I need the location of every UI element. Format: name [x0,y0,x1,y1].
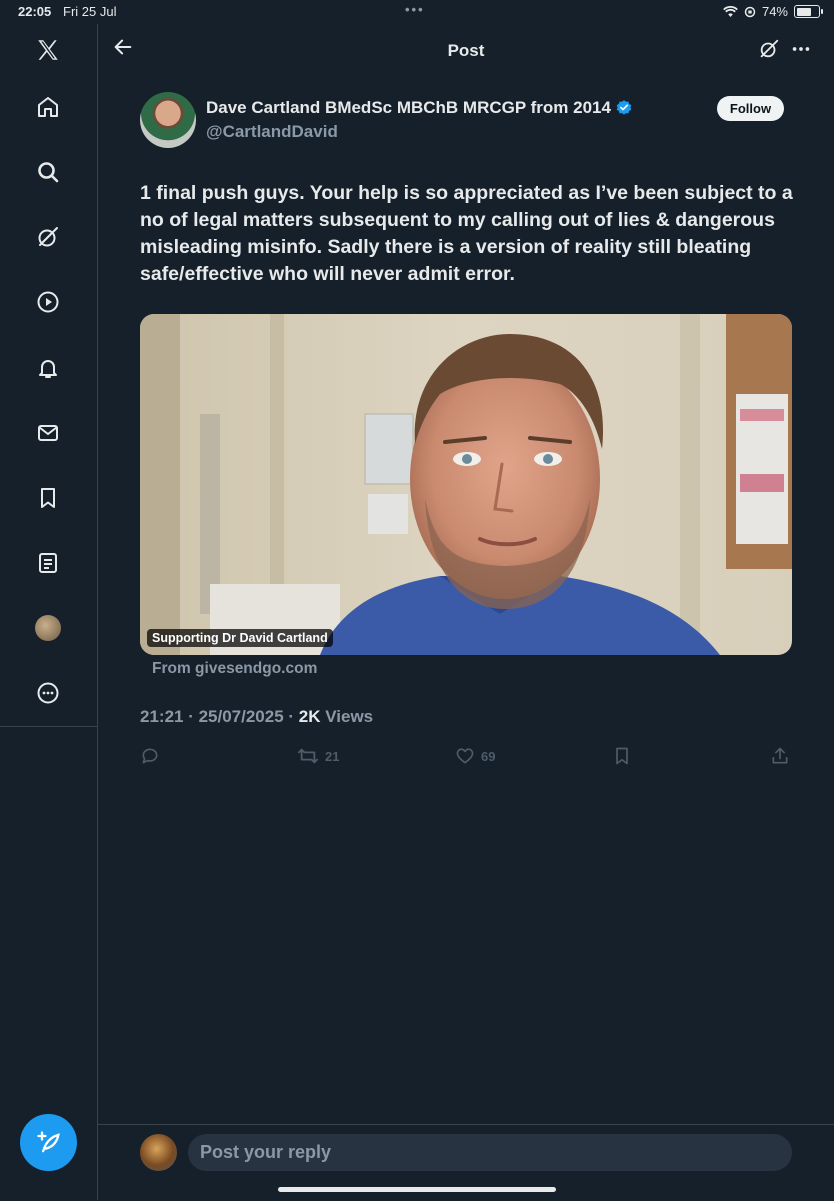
status-date: Fri 25 Jul [63,4,117,19]
views-count: 2K [298,707,321,726]
share-button[interactable] [770,746,790,766]
grok-icon[interactable] [28,217,68,257]
post-meta: 21:21 · 25/07/2025 · 2K Views [140,707,373,727]
avatar [35,615,61,641]
multitasking-dots-icon[interactable]: ••• [405,2,425,17]
battery-percent: 74% [761,4,788,19]
status-bar: 22:05 Fri 25 Jul ••• 74% [0,0,834,24]
heart-icon [456,748,474,764]
repost-count: 21 [325,748,340,764]
reply-icon [142,748,158,764]
battery-fill [796,7,811,16]
post-header: Post [98,24,834,76]
compose-button[interactable] [20,1114,77,1171]
card-source[interactable]: From givesendgo.com [152,660,317,678]
video-icon[interactable] [28,282,68,322]
reply-button[interactable] [140,746,160,766]
bookmarks-icon[interactable] [28,478,68,518]
sidebar-divider [0,726,97,727]
author-handle[interactable]: @CartlandDavid [206,122,338,142]
like-button[interactable]: 69 [455,746,495,766]
views-label: Views [320,707,374,726]
post-actions: 21 69 [0,742,834,772]
home-indicator[interactable] [278,1187,556,1192]
post-text: 1 final push guys. Your help is so appre… [140,182,793,285]
more-icon[interactable] [28,673,68,713]
search-icon[interactable] [28,152,68,192]
bookmark-button[interactable] [612,746,632,766]
link-card-image[interactable] [140,314,792,655]
more-options-button[interactable] [790,38,812,65]
lists-icon[interactable] [28,543,68,583]
grok-icon [760,39,779,58]
like-count: 69 [481,748,496,764]
author-name: Dave Cartland BMedSc MBChB MRCGP from 20… [206,98,611,117]
bookmark-icon [616,747,628,765]
repost-button[interactable]: 21 [297,746,339,766]
card-photo [140,314,792,655]
author-avatar[interactable] [140,92,196,148]
status-time: 22:05 [18,4,52,19]
notifications-icon[interactable] [28,348,68,388]
status-right: 74% [723,4,823,19]
verified-badge-icon [616,100,632,115]
post-timestamp: 21:21 · 25/07/2025 · [140,707,299,726]
grok-button[interactable] [758,38,780,65]
page-title: Post [447,41,485,60]
reply-input[interactable] [188,1134,792,1171]
profile-avatar[interactable] [28,608,68,648]
ellipsis-icon [792,47,810,51]
wifi-icon [723,5,738,17]
compose-feather-icon [36,1130,60,1152]
x-logo-icon[interactable] [28,30,68,70]
home-icon[interactable] [28,87,68,127]
battery-icon [794,5,823,18]
screen-lock-icon [744,6,756,17]
follow-button[interactable]: Follow [717,96,784,121]
sidebar [0,24,98,1200]
share-icon [772,747,788,764]
repost-icon [297,748,318,764]
messages-icon[interactable] [28,413,68,453]
reply-avatar [140,1134,177,1171]
author-name-row[interactable]: Dave Cartland BMedSc MBChB MRCGP from 20… [206,98,633,118]
card-overlay-label: Supporting Dr David Cartland [147,629,333,647]
